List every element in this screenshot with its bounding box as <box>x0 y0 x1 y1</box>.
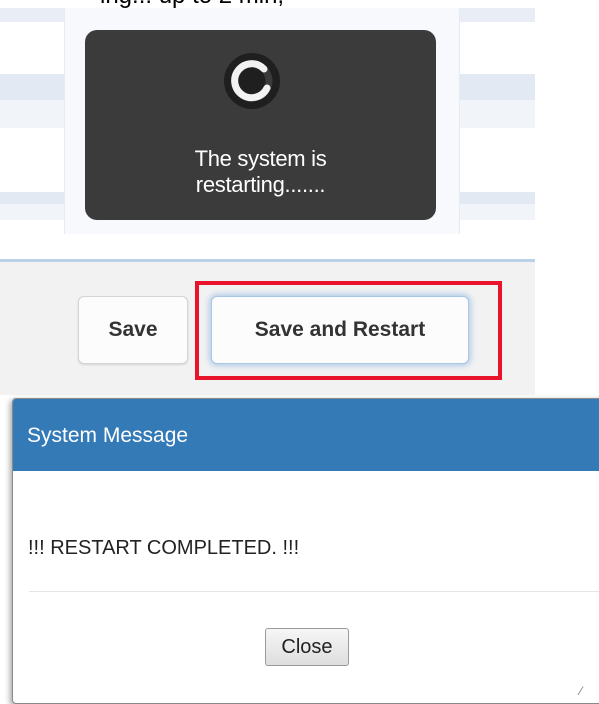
dialog-title: System Message <box>27 424 189 447</box>
system-message-dialog: System Message !!! RESTART COMPLETED. !!… <box>12 398 599 704</box>
dialog-message: !!! RESTART COMPLETED. !!! <box>28 537 300 559</box>
dialog-header: System Message <box>13 399 599 471</box>
loading-message: The system is restarting....... <box>85 146 436 198</box>
resize-handle-icon[interactable]: ⁄ <box>580 684 599 698</box>
loading-overlay: The system is restarting....... <box>85 30 436 220</box>
save-and-restart-button[interactable]: Save and Restart <box>211 296 469 364</box>
close-button[interactable]: Close <box>265 628 349 666</box>
spinner-icon <box>224 53 280 109</box>
save-button[interactable]: Save <box>78 296 188 364</box>
button-bar: Save Save and Restart <box>0 262 535 395</box>
background-page: ing... up to 2 min, The system is restar… <box>0 0 599 262</box>
top-caption-text: ing... up to 2 min, <box>100 0 580 8</box>
dialog-divider <box>29 591 599 592</box>
loading-line-2: restarting....... <box>195 172 326 197</box>
loading-line-1: The system is <box>194 146 327 171</box>
